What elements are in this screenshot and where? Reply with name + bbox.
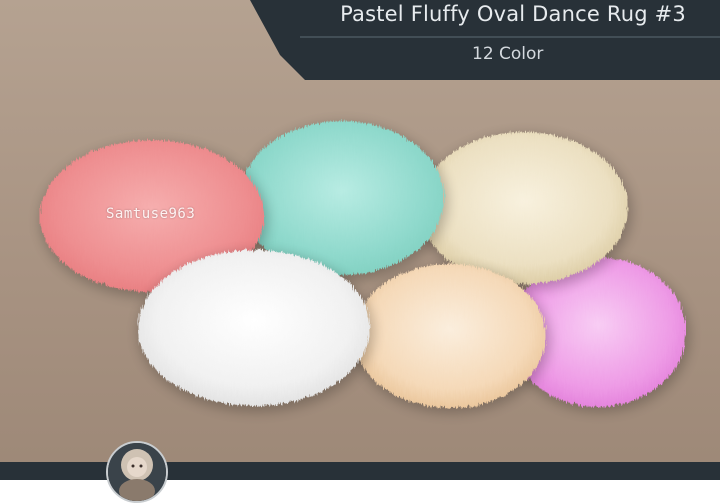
rug-swatches (40, 121, 690, 413)
rug-white (138, 250, 370, 406)
watermark-text: Samtuse963 (106, 206, 196, 222)
avatar-portrait-icon (108, 443, 166, 501)
product-image: Pastel Fluffy Oval Dance Rug #3 12 Color (0, 0, 720, 503)
creator-avatar (106, 441, 168, 503)
rug-peach (354, 264, 546, 408)
rug-beige (420, 132, 628, 284)
